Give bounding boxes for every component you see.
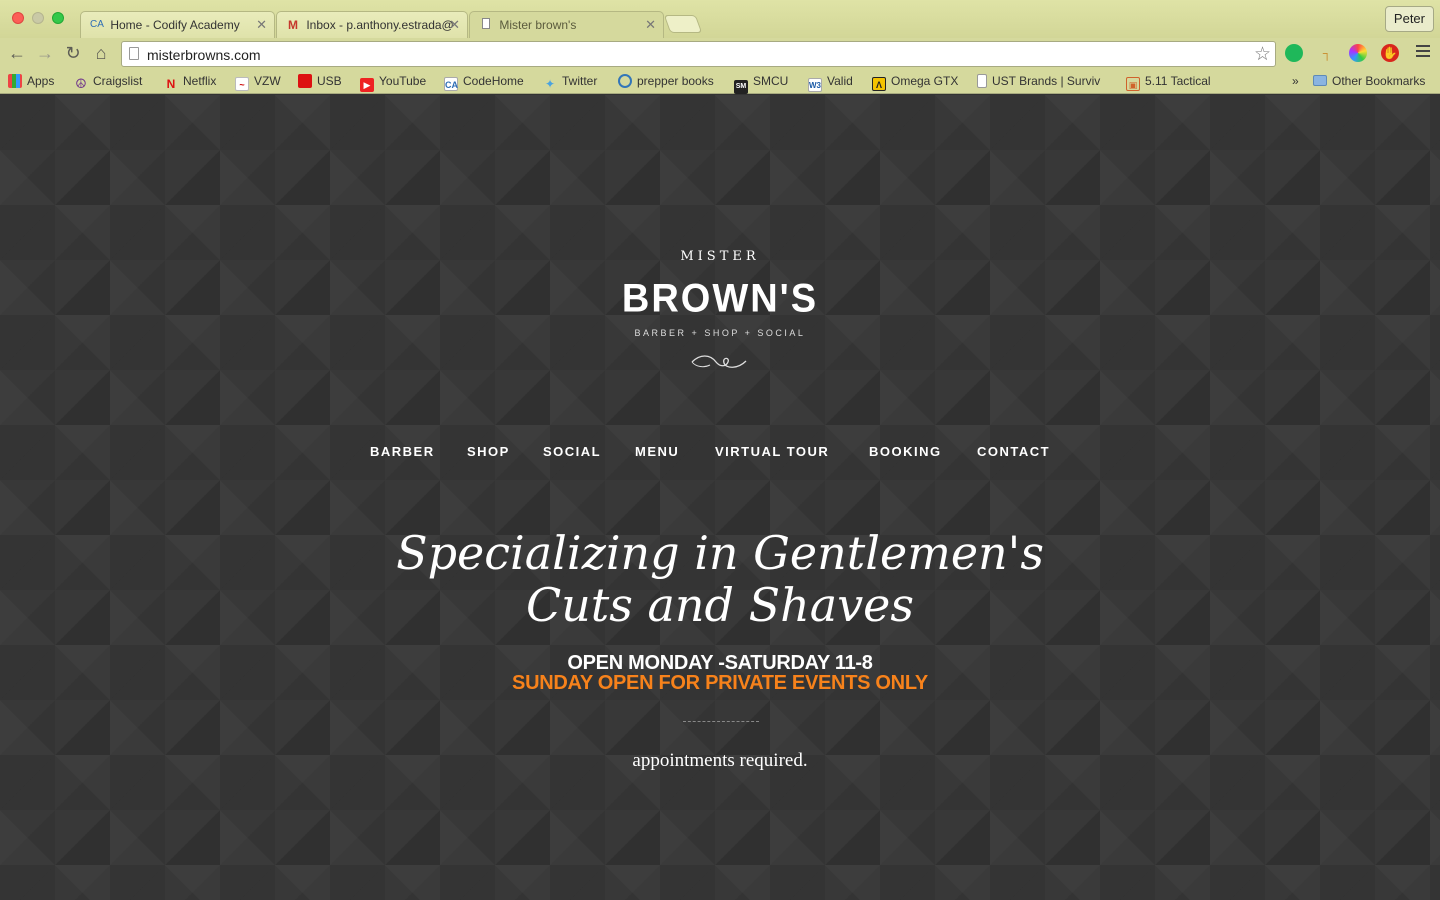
hero-headline: Specializing in Gentlemen's Cuts and Sha… — [396, 526, 1044, 632]
adblock-extension-icon[interactable]: ✋ — [1381, 44, 1399, 62]
bookmark-netflix[interactable]: N Netflix — [164, 74, 217, 91]
bookmark-valid[interactable]: W3 Valid — [808, 74, 853, 92]
ruler-extension-icon[interactable]: ┐ — [1318, 44, 1336, 62]
omega-icon: Λ — [872, 77, 886, 91]
nav-virtual-tour[interactable]: VIRTUAL TOUR — [715, 444, 829, 459]
color-picker-extension-icon[interactable] — [1349, 44, 1367, 62]
usb-icon — [298, 74, 312, 88]
codehome-icon: CA — [444, 77, 458, 91]
address-bar[interactable]: misterbrowns.com ☆ — [121, 41, 1276, 67]
twitter-icon: ✦ — [544, 77, 556, 91]
profile-button[interactable]: Peter — [1384, 6, 1434, 32]
bookmark-youtube[interactable]: ▶ YouTube — [360, 74, 426, 92]
bookmark-craigslist[interactable]: ☮ Craigslist — [74, 74, 142, 91]
codify-favicon-icon: CA — [90, 18, 104, 30]
close-tab-icon[interactable]: ✕ — [449, 17, 460, 33]
tab-codify-academy[interactable]: CA Home - Codify Academy ✕ — [80, 11, 275, 38]
tab-title: Mister brown's — [499, 17, 577, 32]
page-icon — [977, 74, 987, 88]
bookmark-vzw[interactable]: ~ VZW — [235, 74, 281, 91]
sunday-notice: SUNDAY OPEN FOR PRIVATE EVENTS ONLY — [512, 672, 928, 694]
logo-tagline: BARBER + SHOP + SOCIAL — [634, 328, 806, 338]
other-bookmarks-folder[interactable]: Other Bookmarks — [1313, 74, 1425, 88]
new-tab-button[interactable] — [663, 15, 703, 33]
url-text: misterbrowns.com — [147, 47, 261, 63]
reload-icon[interactable]: ↻ — [62, 42, 84, 64]
w3-icon: W3 — [808, 78, 822, 92]
evernote-extension-icon[interactable] — [1285, 44, 1303, 62]
nav-menu[interactable]: MENU — [635, 444, 679, 459]
appointments-note: appointments required. — [632, 750, 808, 771]
page-viewport: MISTER BROWN'S BARBER + SHOP + SOCIAL BA… — [0, 95, 1440, 900]
nav-shop[interactable]: SHOP — [467, 444, 510, 459]
page-icon — [478, 17, 494, 32]
nav-booking[interactable]: BOOKING — [869, 444, 942, 459]
apps-grid-icon — [8, 74, 22, 88]
close-tab-icon[interactable]: ✕ — [256, 17, 267, 33]
flourish-ornament-icon — [691, 355, 747, 368]
tab-mister-browns[interactable]: Mister brown's ✕ — [469, 11, 664, 38]
bookmark-star-icon[interactable]: ☆ — [1254, 43, 1271, 66]
bookmarks-overflow-chevron-icon[interactable]: » — [1292, 74, 1299, 88]
bookmark-511-tactical[interactable]: ▣ 5.11 Tactical — [1126, 74, 1211, 91]
vzw-icon: ~ — [235, 77, 249, 91]
tab-title: Home - Codify Academy — [110, 17, 240, 32]
page-icon — [129, 47, 139, 60]
back-arrow-icon[interactable]: ← — [6, 42, 28, 64]
minimize-window-button[interactable] — [32, 12, 44, 24]
close-window-button[interactable] — [12, 12, 24, 24]
browser-tab-bar: CA Home - Codify Academy ✕ M Inbox - p.a… — [0, 0, 1440, 38]
netflix-icon: N — [166, 77, 176, 91]
bookmarks-bar: Apps ☮ Craigslist N Netflix ~ VZW USB ▶ YouT… — [0, 70, 1440, 94]
logo-wordmark[interactable]: BROWN'S — [0, 277, 1440, 322]
globe-icon — [618, 74, 632, 88]
home-icon[interactable]: ⌂ — [90, 42, 112, 64]
bookmark-apps[interactable]: Apps — [8, 74, 54, 88]
chrome-menu-icon[interactable] — [1416, 45, 1430, 60]
smcu-icon: SM — [734, 80, 748, 94]
tab-title: Inbox - p.anthony.estrada@ — [306, 17, 454, 32]
dashed-divider — [683, 721, 759, 722]
tab-inbox[interactable]: M Inbox - p.anthony.estrada@ ✕ — [276, 11, 468, 38]
bookmark-twitter[interactable]: ✦ Twitter — [543, 74, 597, 91]
browser-toolbar: ← → ↻ ⌂ misterbrowns.com ☆ ┐ ✋ — [0, 38, 1440, 70]
bookmark-ust-brands[interactable]: UST Brands | Surviv — [977, 74, 1109, 88]
close-tab-icon[interactable]: ✕ — [645, 17, 656, 33]
zoom-window-button[interactable] — [52, 12, 64, 24]
nav-social[interactable]: SOCIAL — [543, 444, 601, 459]
folder-icon — [1313, 75, 1327, 86]
nav-contact[interactable]: CONTACT — [977, 444, 1050, 459]
logo-mister-text: MISTER — [680, 249, 760, 264]
gmail-favicon-icon: M — [288, 17, 298, 32]
forward-arrow-icon[interactable]: → — [34, 42, 56, 64]
youtube-icon: ▶ — [360, 78, 374, 92]
bookmark-usb[interactable]: USB — [298, 74, 342, 88]
bookmark-prepper-books[interactable]: prepper books — [618, 74, 714, 88]
bookmark-smcu[interactable]: SM SMCU — [734, 74, 788, 94]
bookmark-omega-gtx[interactable]: Λ Omega GTX — [872, 74, 958, 91]
peace-icon: ☮ — [75, 76, 87, 91]
tactical-icon: ▣ — [1126, 77, 1140, 91]
bookmark-codehome[interactable]: CA CodeHome — [444, 74, 524, 91]
nav-barber[interactable]: BARBER — [370, 444, 435, 459]
